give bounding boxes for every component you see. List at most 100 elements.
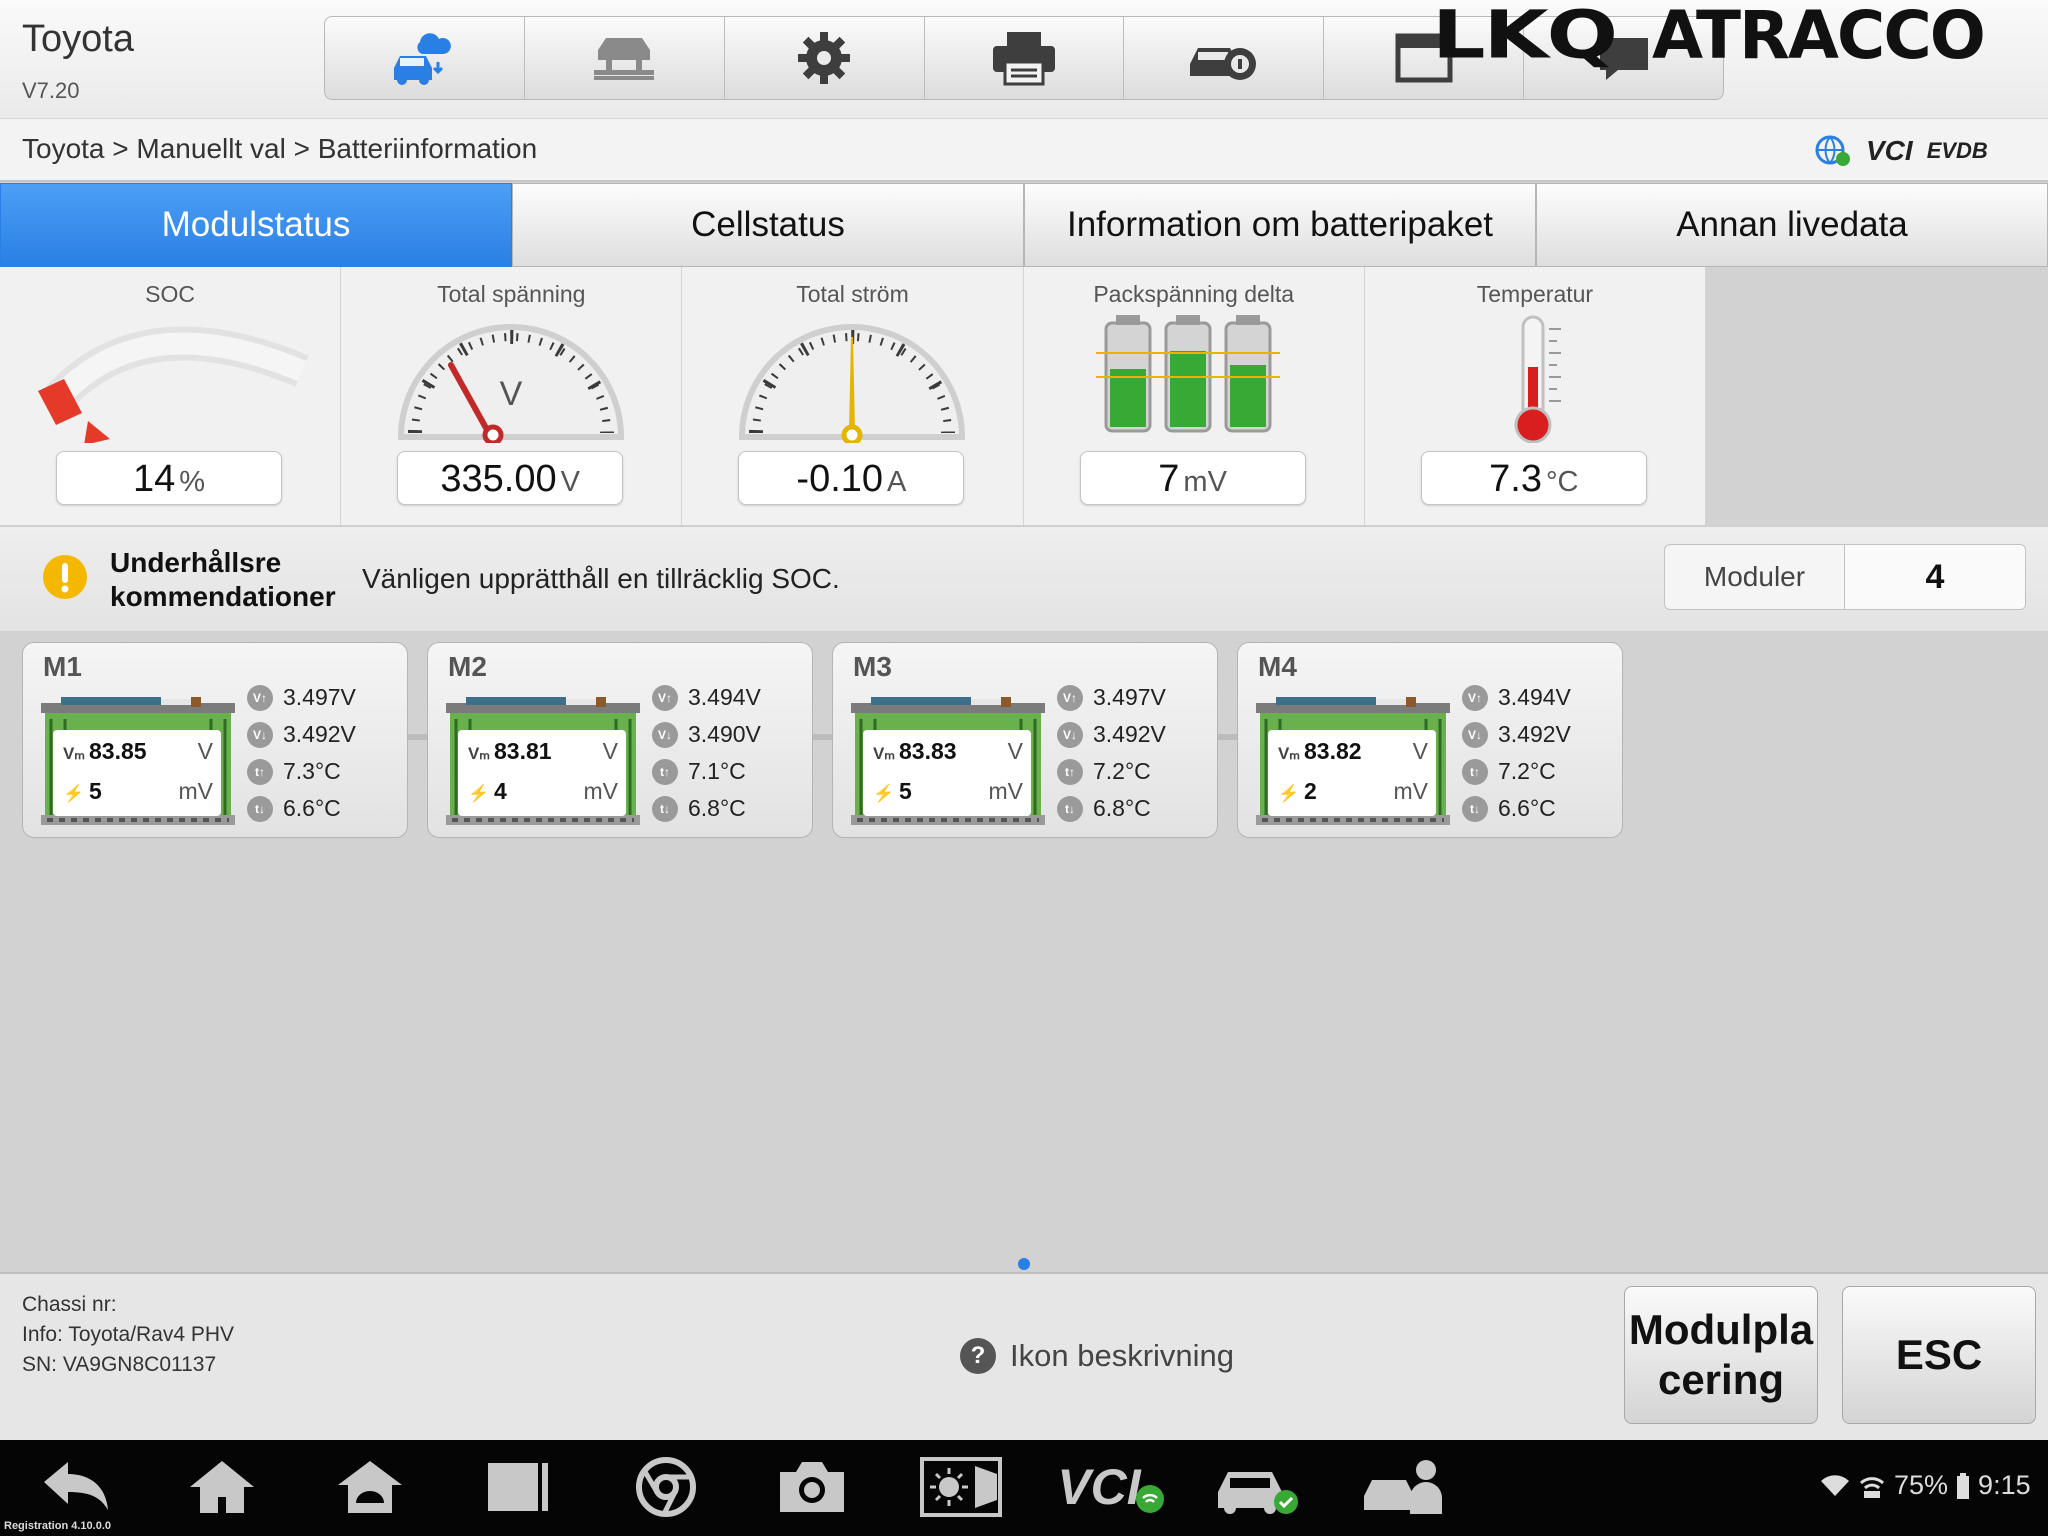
module-vmax: 3.497V xyxy=(283,684,356,710)
module-name: M4 xyxy=(1258,651,1297,682)
gauge-total-current: Total ström -0.10 A xyxy=(682,267,1024,525)
module-tmax: 7.1°C xyxy=(688,758,746,784)
module-voltage-row: Vₘ 83.81 V xyxy=(468,738,618,765)
car-lift-icon xyxy=(594,38,655,80)
module-connector xyxy=(408,734,427,740)
gauge-label: Temperatur xyxy=(1476,281,1594,307)
module-voltage: 83.81 xyxy=(494,738,552,764)
car-check-icon xyxy=(1218,1472,1298,1514)
vci-button[interactable]: VCI xyxy=(1056,1456,1166,1518)
module-card[interactable]: M1 Vₘ 83.85 V ⚡ 5 mV V↑ 3.497V V↓ 3.492V… xyxy=(22,642,408,838)
camera-icon xyxy=(780,1462,844,1512)
module-name: M1 xyxy=(43,651,82,682)
module-values: V↑ 3.494V V↓ 3.492V t↑ 7.2°C t↓ 6.6°C xyxy=(1462,679,1571,827)
tab-battery-pack-info[interactable]: Information om batteripaket xyxy=(1024,183,1536,267)
module-placement-label: Modulpla xyxy=(1628,1306,1814,1353)
lkq-logo: LKQ xyxy=(1432,0,1618,74)
android-icon xyxy=(338,1461,402,1513)
page-indicator-dot xyxy=(1018,1258,1030,1270)
icon-description-link[interactable]: ? Ikon beskrivning xyxy=(960,1338,1234,1374)
vci-signal-icon xyxy=(1859,1476,1885,1498)
module-delta-row: ⚡ 5 mV xyxy=(63,778,213,805)
module-connector xyxy=(813,734,832,740)
toolbar-lift-button[interactable] xyxy=(525,17,725,99)
advice-title: Underhållsre kommendationer xyxy=(110,546,336,614)
esc-button[interactable]: ESC xyxy=(1842,1286,2036,1424)
module-delta: 4 xyxy=(494,778,507,804)
module-tmin: 6.8°C xyxy=(688,795,746,821)
browser-button[interactable] xyxy=(626,1456,706,1518)
module-voltage-row: Vₘ 83.83 V xyxy=(873,738,1023,765)
module-vmin: 3.490V xyxy=(688,721,761,747)
module-delta: 5 xyxy=(899,778,912,804)
module-tmax: 7.2°C xyxy=(1498,758,1556,784)
camera-button[interactable] xyxy=(772,1456,852,1518)
recent-apps-button[interactable] xyxy=(478,1456,558,1518)
dial-unit-label: V xyxy=(500,375,523,413)
module-voltage-row: Vₘ 83.85 V xyxy=(63,738,213,765)
temp-min-icon: t↓ xyxy=(1462,795,1488,822)
back-button[interactable] xyxy=(36,1456,116,1518)
temp-max-icon: t↑ xyxy=(247,758,273,785)
module-voltage-unit: V xyxy=(197,738,213,764)
vm-icon: Vₘ xyxy=(63,744,85,763)
vm-icon: Vₘ xyxy=(468,744,490,763)
gauge-value: 14 xyxy=(132,458,176,500)
globe-connected-icon xyxy=(1815,135,1850,166)
tab-cell-status[interactable]: Cellstatus xyxy=(512,183,1024,267)
gauge-value: 7 xyxy=(1158,458,1180,500)
module-vmax-row: V↑ 3.497V xyxy=(247,679,356,716)
vm-icon: Vₘ xyxy=(1278,744,1300,763)
vm-icon: Vₘ xyxy=(873,744,895,763)
tab-bar: Modulstatus Cellstatus Information om ba… xyxy=(0,183,2048,267)
advice-text: Vänligen upprätthåll en tillräcklig SOC. xyxy=(362,563,840,594)
module-vmin: 3.492V xyxy=(1093,721,1166,747)
brightness-button[interactable] xyxy=(918,1456,1004,1518)
advice-title-line: kommendationer xyxy=(110,581,336,612)
connection-status: VCI EVDB xyxy=(1814,134,1988,168)
gauge-unit: A xyxy=(887,466,907,498)
temp-max-icon: t↑ xyxy=(1462,758,1488,785)
module-tmin: 6.6°C xyxy=(1498,795,1556,821)
module-delta-unit: mV xyxy=(1393,778,1429,804)
thermometer-icon xyxy=(1514,315,1561,443)
gauge-value-box: 7 mV xyxy=(1079,451,1306,505)
serial-number: SN: VA9GN8C01137 xyxy=(22,1353,217,1376)
home-button[interactable] xyxy=(182,1456,262,1518)
module-placement-button[interactable]: Modulpla cering xyxy=(1624,1286,1818,1424)
module-tmin-row: t↓ 6.8°C xyxy=(1057,790,1166,827)
module-delta-unit: mV xyxy=(583,778,619,804)
support-icon xyxy=(1364,1460,1442,1514)
vehicle-check-button[interactable] xyxy=(1212,1456,1306,1518)
toolbar-vehicle-info-button[interactable] xyxy=(1124,17,1325,99)
lightning-icon: ⚡ xyxy=(468,784,490,803)
tab-module-status[interactable]: Modulstatus xyxy=(0,183,512,267)
toolbar-print-button[interactable] xyxy=(925,17,1125,99)
module-delta-row: ⚡ 4 mV xyxy=(468,778,618,805)
module-card[interactable]: M2 Vₘ 83.81 V ⚡ 4 mV V↑ 3.494V V↓ 3.490V… xyxy=(427,642,813,838)
back-icon xyxy=(44,1462,108,1510)
module-card[interactable]: M4 Vₘ 83.82 V ⚡ 2 mV V↑ 3.494V V↓ 3.492V… xyxy=(1237,642,1623,838)
module-vmin-row: V↓ 3.492V xyxy=(247,716,356,753)
module-tmax-row: t↑ 7.1°C xyxy=(652,753,761,790)
module-vmin: 3.492V xyxy=(1498,721,1571,747)
temp-min-icon: t↓ xyxy=(247,795,273,822)
gear-icon xyxy=(798,32,851,84)
tab-other-live-data[interactable]: Annan livedata xyxy=(1536,183,2048,267)
module-values: V↑ 3.497V V↓ 3.492V t↑ 7.3°C t↓ 6.6°C xyxy=(247,679,356,827)
voltage-max-icon: V↑ xyxy=(1462,684,1488,711)
android-home-button[interactable] xyxy=(330,1456,410,1518)
module-card[interactable]: M3 Vₘ 83.83 V ⚡ 5 mV V↑ 3.497V V↓ 3.492V… xyxy=(832,642,1218,838)
atracco-logo: ATRACCO xyxy=(1652,0,1986,74)
voltage-max-icon: V↑ xyxy=(1057,684,1083,711)
toolbar-settings-button[interactable] xyxy=(725,17,925,99)
module-name: M3 xyxy=(853,651,892,682)
battery-icon xyxy=(1957,1472,1970,1499)
gauge-panel: SOC 14 % Total spänning V 335.00 V Total xyxy=(0,267,1707,527)
module-tmin-row: t↓ 6.8°C xyxy=(652,790,761,827)
remote-support-button[interactable] xyxy=(1360,1456,1450,1518)
toolbar-diagnostics-button[interactable] xyxy=(325,17,525,99)
car-cloud-icon xyxy=(394,33,452,85)
module-list: M1 Vₘ 83.85 V ⚡ 5 mV V↑ 3.497V V↓ 3.492V… xyxy=(22,642,1623,838)
temp-min-icon: t↓ xyxy=(652,795,678,822)
